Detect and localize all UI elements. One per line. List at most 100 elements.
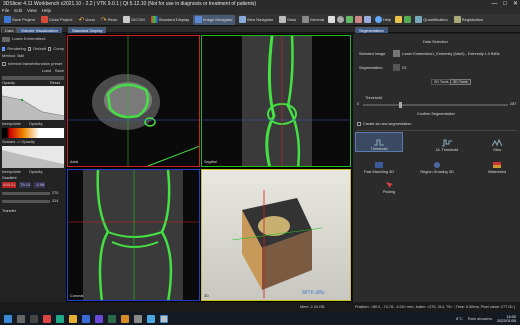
axial-label: Axial: [70, 160, 79, 164]
standard-display-button[interactable]: Standard Display: [149, 15, 191, 25]
comp-checkbox[interactable]: [47, 47, 52, 51]
maximize-button[interactable]: □: [503, 0, 507, 8]
close-window-button[interactable]: ✕: [513, 0, 518, 8]
load-button[interactable]: Load: [42, 68, 51, 74]
gear-icon[interactable]: [337, 16, 345, 23]
quantification-button[interactable]: Quantification: [413, 15, 449, 25]
sagittal-label: Sagittal: [204, 160, 217, 164]
selected-image-value[interactable]: Lower Extremities1_Extremity (Adult) - E…: [402, 52, 517, 56]
image-navigator-button[interactable]: Image Navigator: [193, 14, 235, 25]
task-view-icon[interactable]: [30, 314, 38, 323]
sagittal-view[interactable]: Sagittal: [201, 35, 351, 167]
reset-button[interactable]: Reset: [50, 81, 60, 85]
opacity-curve-editor[interactable]: [2, 86, 64, 120]
threshold-max: 287: [510, 102, 517, 106]
gradient-opacity-editor[interactable]: [2, 146, 64, 168]
plugin-icon[interactable]: [404, 16, 412, 23]
weather-desc: Rain showers: [467, 316, 492, 321]
measure-icon[interactable]: [346, 16, 354, 23]
tab-volume-visualization[interactable]: Volume Visualization: [17, 27, 62, 33]
app-icon-3[interactable]: [95, 314, 103, 323]
spin-value-1[interactable]: 270: [52, 191, 58, 195]
overlay-icon[interactable]: [364, 16, 372, 23]
tf-slider[interactable]: [2, 76, 64, 80]
transfer-label: Transfer: [2, 209, 16, 213]
segmentation-value[interactable]: S1: [402, 66, 407, 70]
color-transfer-bar[interactable]: [2, 128, 64, 138]
watershed-tool-button[interactable]: Watershed: [473, 154, 520, 174]
rendering-checkbox[interactable]: [2, 47, 6, 51]
search-icon[interactable]: [17, 314, 25, 323]
slider-1[interactable]: [2, 192, 50, 195]
confirm-segmentation-button[interactable]: Confirm Segmentation: [417, 112, 455, 116]
tab-standard-display[interactable]: Standard Display: [68, 27, 107, 33]
star-icon[interactable]: [395, 16, 403, 23]
interpolate-row: Interpolate Opacity: [2, 121, 43, 126]
coronal-label: Coronal: [70, 294, 84, 298]
camera-icon[interactable]: [328, 16, 336, 23]
browser-icon[interactable]: [82, 314, 90, 323]
start-icon[interactable]: [4, 314, 12, 323]
otsu-icon: [492, 139, 502, 147]
spin-value-2[interactable]: 314: [52, 199, 58, 203]
save-tf-button[interactable]: Save: [55, 68, 64, 74]
value-field-3[interactable]: -0.98: [34, 182, 46, 188]
view-navigator-button[interactable]: View Navigator: [237, 15, 276, 25]
app-icon-7[interactable]: [147, 314, 155, 323]
selected-volume-label: Lower Extremities1: [12, 36, 47, 41]
tab-3d-tools[interactable]: 3D Tools: [450, 79, 471, 85]
app-icon-5[interactable]: [121, 314, 129, 323]
general-button[interactable]: General: [300, 15, 326, 25]
close-project-button[interactable]: Close Project: [39, 15, 75, 25]
default-checkbox[interactable]: [27, 47, 32, 51]
scale-ticks: 150 100 50: [338, 288, 344, 300]
tab-2d-tools[interactable]: 2D Tools: [431, 79, 452, 85]
minimize-button[interactable]: —: [491, 0, 497, 8]
slicer-taskbar-icon[interactable]: [160, 314, 168, 323]
threshold-slider[interactable]: [363, 102, 508, 108]
data-selection-header: Data Selection: [423, 40, 448, 44]
image-thumbnail: [393, 50, 400, 57]
threshold-tool-button[interactable]: Threshold: [355, 132, 403, 152]
coronal-view[interactable]: Coronal: [67, 169, 200, 301]
app-icon-2[interactable]: [56, 314, 64, 323]
region-growing-tool-button[interactable]: Region Growing 3D: [413, 154, 461, 174]
standard-display-views: Axial Sagittal Coronal MITK.diffu 3D: [66, 34, 352, 302]
axial-view[interactable]: Axial: [67, 35, 200, 167]
tf-preset-row: Internal transferfunction preset: [2, 61, 64, 67]
save-icon: [4, 16, 11, 23]
method-value[interactable]: Ball: [17, 53, 24, 59]
app-icon-4[interactable]: [108, 314, 116, 323]
ul-threshold-tool-button[interactable]: UL Threshold: [423, 132, 471, 152]
registration-button[interactable]: Registration: [452, 15, 485, 25]
tab-data[interactable]: Data: [1, 27, 18, 33]
help-button[interactable]: Help: [373, 15, 393, 25]
app-icon-1[interactable]: [43, 314, 51, 323]
segment-icon[interactable]: [355, 16, 363, 23]
clock[interactable]: 16:05 2022/01/05: [497, 315, 520, 323]
otsu-tool-button[interactable]: Otsu: [473, 132, 520, 152]
data-button[interactable]: Data: [277, 15, 297, 25]
value-field-1[interactable]: 408.01: [2, 182, 17, 188]
tab-segmentation[interactable]: Segmentation: [355, 27, 388, 33]
app-icon-6[interactable]: [134, 314, 142, 323]
status-bar: Position: <80.0, -74.78, -4.00> mm; Inde…: [0, 302, 520, 312]
tf-preset-checkbox[interactable]: [2, 62, 6, 66]
value-fields-row: 408.01 79.10 -0.98: [2, 182, 64, 188]
create-new-checkbox[interactable]: [357, 122, 361, 126]
value-field-2[interactable]: 79.10: [19, 182, 32, 188]
close-project-icon: [40, 16, 48, 23]
threed-view[interactable]: MITK.diffu 3D: [201, 169, 351, 301]
save-project-button[interactable]: Save Project: [2, 15, 37, 25]
fast-marching-tool-button[interactable]: Fast Marching 3D: [355, 154, 403, 174]
redo-button[interactable]: ↷ Redo: [99, 15, 119, 25]
folder-icon[interactable]: [69, 314, 77, 323]
dicom-icon: [123, 16, 131, 23]
window-title: 3DSlicer 4.11 Workbench x2021.10 - 2.2 |…: [3, 1, 257, 7]
picking-tool-button[interactable]: Picking: [365, 174, 413, 194]
slider-2[interactable]: [2, 200, 50, 203]
dicom-button[interactable]: DICOM: [121, 15, 146, 25]
undo-button[interactable]: ↶ Undo: [76, 15, 96, 25]
threshold-handle[interactable]: [399, 102, 402, 108]
standard-display-icon: [150, 16, 158, 23]
